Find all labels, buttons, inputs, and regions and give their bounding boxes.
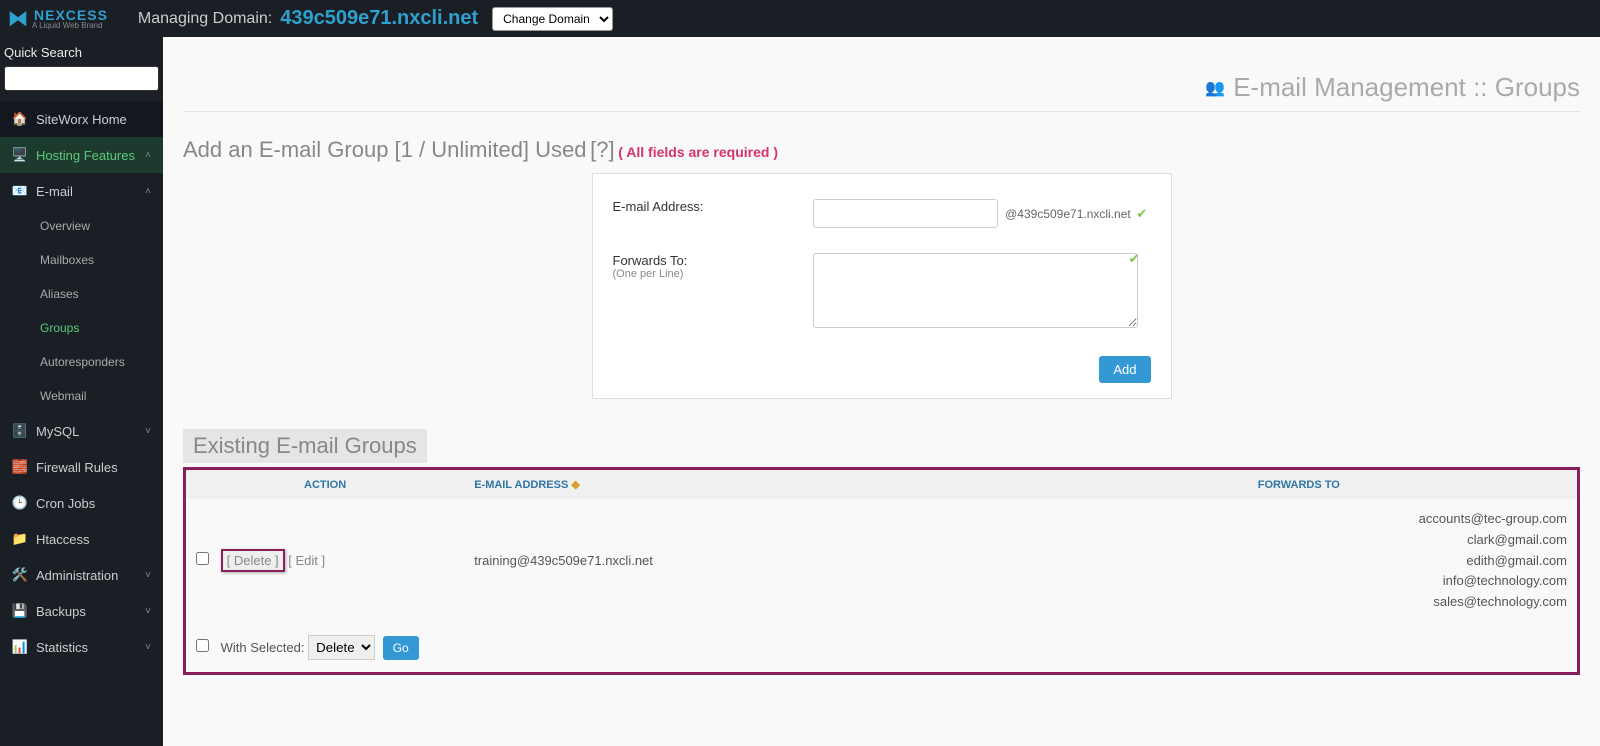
page-title: E-mail Management :: Groups <box>1233 72 1580 103</box>
backup-icon: 💾 <box>12 603 28 619</box>
sidebar-item-label: Statistics <box>36 640 88 655</box>
sidebar-item-mysql[interactable]: 🗄️ MySQL ˅ <box>0 413 163 449</box>
sort-icon: ◆ <box>571 479 579 491</box>
stats-icon: 📊 <box>12 639 28 655</box>
sidebar-item-aliases[interactable]: Aliases <box>0 277 163 311</box>
chevron-down-icon: ˅ <box>145 570 151 581</box>
sidebar-item-label: Webmail <box>40 389 86 403</box>
sidebar-item-label: Aliases <box>40 287 79 301</box>
domain-bar: Managing Domain: 439c509e71.nxcli.net Ch… <box>138 7 613 31</box>
sidebar-item-home[interactable]: 🏠 SiteWorx Home <box>0 101 163 137</box>
logo[interactable]: ⧓ NEXCESS A Liquid Web Brand <box>8 6 108 31</box>
select-all-checkbox[interactable] <box>196 639 209 652</box>
sidebar-item-stats[interactable]: 📊 Statistics ˅ <box>0 629 163 665</box>
tools-icon: 🛠️ <box>12 567 28 583</box>
row-email: training@439c509e71.nxcli.net <box>464 499 1020 623</box>
chevron-down-icon: ˅ <box>145 606 151 617</box>
sidebar-item-label: Mailboxes <box>40 253 94 267</box>
sidebar-item-label: Overview <box>40 219 90 233</box>
bulk-action-select[interactable]: Delete <box>308 635 375 660</box>
sidebar-item-groups[interactable]: Groups <box>0 311 163 345</box>
edit-link[interactable]: [ Edit ] <box>288 553 325 568</box>
row-forwards: accounts@tec-group.com clark@gmail.com e… <box>1031 509 1567 613</box>
sidebar-item-label: Administration <box>36 568 118 583</box>
check-icon: ✔ <box>1129 251 1140 267</box>
table-row: [ Delete ] [ Edit ] training@439c509e71.… <box>186 499 1577 623</box>
chevron-down-icon: ˅ <box>145 642 151 653</box>
hosting-icon: 🖥️ <box>12 147 28 163</box>
clock-icon: 🕒 <box>12 495 28 511</box>
sidebar: Quick Search 🏠 SiteWorx Home 🖥️ Hosting … <box>0 37 163 746</box>
col-action-header[interactable]: Action <box>186 470 464 499</box>
database-icon: 🗄️ <box>12 423 28 439</box>
sidebar-item-admin[interactable]: 🛠️ Administration ˅ <box>0 557 163 593</box>
domain-suffix: @439c509e71.nxcli.net <box>1005 207 1131 221</box>
sidebar-item-cron[interactable]: 🕒 Cron Jobs <box>0 485 163 521</box>
delete-link[interactable]: [ Delete ] <box>221 549 285 572</box>
col-email-header[interactable]: E-mail Address ◆ <box>464 470 1020 499</box>
sidebar-item-overview[interactable]: Overview <box>0 209 163 243</box>
email-address-input[interactable] <box>813 199 998 228</box>
bulk-action-row: With Selected: Delete Go <box>186 623 1577 672</box>
chevron-up-icon: ˄ <box>145 186 151 197</box>
sidebar-item-label: Firewall Rules <box>36 460 118 475</box>
forwards-to-label: Forwards To: <box>613 253 688 268</box>
add-group-form: E-mail Address: @439c509e71.nxcli.net ✔ … <box>592 173 1172 399</box>
sidebar-item-firewall[interactable]: 🧱 Firewall Rules <box>0 449 163 485</box>
sidebar-item-label: E-mail <box>36 184 73 199</box>
managing-domain-label: Managing Domain: <box>138 10 272 28</box>
sidebar-item-label: Hosting Features <box>36 148 135 163</box>
sidebar-item-label: Groups <box>40 321 79 335</box>
firewall-icon: 🧱 <box>12 459 28 475</box>
change-domain-select[interactable]: Change Domain <box>492 7 613 31</box>
row-checkbox[interactable] <box>196 552 209 565</box>
logo-tagline: A Liquid Web Brand <box>32 21 108 30</box>
existing-groups-title: Existing E-mail Groups <box>183 429 427 463</box>
sidebar-item-label: Htaccess <box>36 532 89 547</box>
groups-table: Action E-mail Address ◆ Forwards To <box>186 470 1577 672</box>
sidebar-item-backups[interactable]: 💾 Backups ˅ <box>0 593 163 629</box>
folder-icon: 📁 <box>12 531 28 547</box>
managing-domain-value: 439c509e71.nxcli.net <box>280 7 478 30</box>
groups-icon: 👥 <box>1205 78 1225 98</box>
logo-icon: ⧓ <box>8 6 28 31</box>
sidebar-item-autoresponders[interactable]: Autoresponders <box>0 345 163 379</box>
email-address-label: E-mail Address: <box>613 199 813 214</box>
sidebar-item-label: MySQL <box>36 424 79 439</box>
with-selected-label: With Selected: <box>221 640 305 655</box>
forwards-to-textarea[interactable] <box>813 253 1138 328</box>
sidebar-item-label: Backups <box>36 604 86 619</box>
sidebar-item-label: SiteWorx Home <box>36 112 127 127</box>
forwards-to-sublabel: (One per Line) <box>613 268 813 280</box>
email-icon: 📧 <box>12 183 28 199</box>
main-content: 👥 E-mail Management :: Groups Add an E-m… <box>163 37 1600 746</box>
sidebar-item-htaccess[interactable]: 📁 Htaccess <box>0 521 163 557</box>
add-button[interactable]: Add <box>1099 356 1150 383</box>
sidebar-item-email[interactable]: 📧 E-mail ˄ <box>0 173 163 209</box>
sidebar-item-webmail[interactable]: Webmail <box>0 379 163 413</box>
help-link[interactable]: [?] <box>590 137 614 162</box>
sidebar-item-label: Cron Jobs <box>36 496 95 511</box>
required-note: ( All fields are required ) <box>618 144 778 160</box>
col-forwards-header[interactable]: Forwards To <box>1021 470 1577 499</box>
sidebar-item-hosting[interactable]: 🖥️ Hosting Features ˄ <box>0 137 163 173</box>
quick-search-label: Quick Search <box>0 37 163 66</box>
header: ⧓ NEXCESS A Liquid Web Brand Managing Do… <box>0 0 1600 37</box>
sidebar-item-label: Autoresponders <box>40 355 125 369</box>
chevron-up-icon: ˄ <box>145 150 151 161</box>
groups-table-wrap: Action E-mail Address ◆ Forwards To <box>183 467 1580 675</box>
check-icon: ✔ <box>1136 206 1147 221</box>
go-button[interactable]: Go <box>383 636 419 660</box>
quick-search-input[interactable] <box>4 66 159 91</box>
add-group-title: Add an E-mail Group [1 / Unlimited] Used <box>183 137 587 162</box>
sidebar-item-mailboxes[interactable]: Mailboxes <box>0 243 163 277</box>
chevron-down-icon: ˅ <box>145 426 151 437</box>
home-icon: 🏠 <box>12 111 28 127</box>
